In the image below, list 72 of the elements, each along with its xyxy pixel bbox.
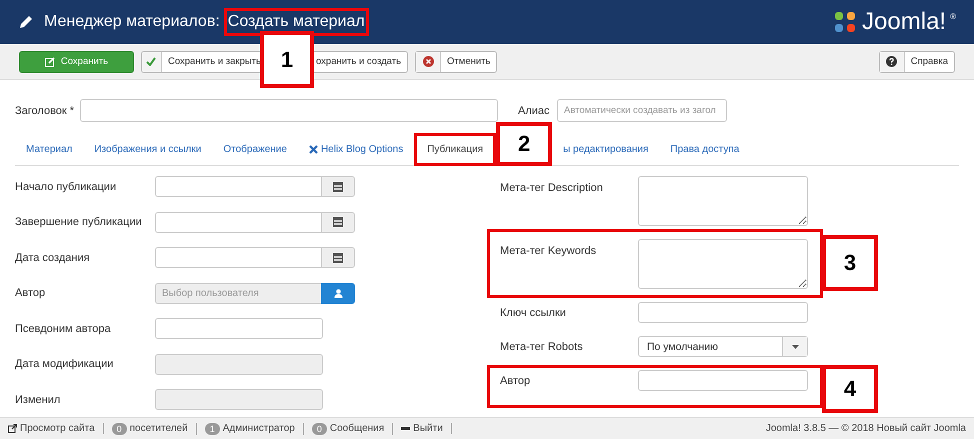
page-title: Менеджер материалов: (44, 13, 220, 31)
calendar-icon (333, 217, 343, 227)
status-label[interactable]: посетителей (130, 423, 188, 434)
user-button[interactable] (321, 282, 355, 304)
textarea-field[interactable] (638, 176, 808, 226)
toolbar-button[interactable]: Отменить (415, 50, 498, 72)
title-field[interactable] (80, 99, 498, 122)
textarea-field[interactable] (638, 239, 808, 289)
toolbar-button[interactable]: охранить и создать (314, 50, 408, 72)
select-field[interactable]: По умолчанию (638, 336, 808, 357)
alias-field[interactable]: Автоматически создавать из загол (557, 99, 727, 122)
date-field[interactable] (155, 176, 321, 197)
cancel-icon (422, 56, 434, 67)
version-text: Joomla! 3.8.5 — © 2018 Новый сайт Joomla (766, 423, 966, 434)
tab[interactable]: Права доступа (659, 133, 750, 165)
date-field[interactable] (155, 212, 321, 232)
field-label: Мета-тег Keywords (500, 244, 598, 257)
count-badge: 1 (204, 422, 220, 434)
calendar-icon (333, 182, 343, 192)
field-label: Дата создания (15, 252, 91, 264)
help-icon (886, 56, 898, 67)
user-icon (334, 288, 342, 298)
readonly-field[interactable] (155, 354, 323, 374)
toolbar-button[interactable]: Справка (878, 50, 955, 72)
calendar-button[interactable] (321, 176, 355, 197)
field-label: Ключ ссылки (500, 306, 567, 318)
status-label[interactable]: Администратор (222, 423, 295, 434)
check-icon (146, 57, 156, 66)
input-field[interactable] (155, 318, 323, 339)
field-label: Алиас (518, 104, 551, 116)
field-label: Завершение публикации (15, 216, 143, 228)
callout-number: 3 (822, 235, 878, 291)
cross-icon (308, 145, 318, 154)
input-field[interactable] (638, 302, 808, 323)
logout-link[interactable]: Выйти (413, 423, 443, 434)
field-label: Заголовок * (15, 104, 76, 116)
edit-icon (44, 56, 55, 66)
calendar-button[interactable] (321, 247, 355, 268)
minus-icon (401, 427, 410, 430)
input-field[interactable] (638, 370, 808, 391)
external-link-icon (8, 424, 17, 433)
tab[interactable]: Helix Blog Options (298, 133, 414, 165)
tab[interactable]: Изображения и ссылки (83, 133, 212, 165)
date-field[interactable] (155, 247, 321, 268)
callout-number: 4 (822, 365, 878, 413)
readonly-field[interactable] (155, 389, 323, 410)
count-badge: 0 (312, 422, 327, 434)
pencil-icon (18, 14, 34, 30)
logo-text: Joomla! (862, 8, 946, 36)
caret-icon (792, 344, 798, 348)
field-label: Автор (15, 287, 46, 299)
toolbar-button[interactable]: Сохранить и закрыть (141, 50, 261, 72)
tab[interactable]: Материал (15, 133, 84, 165)
field-label: Начало публикации (15, 180, 118, 192)
tab[interactable]: ы редактирования (552, 133, 660, 165)
calendar-button[interactable] (321, 212, 355, 232)
field-label: Псевдоним автора (15, 322, 112, 334)
callout-number: 2 (496, 122, 552, 166)
tab[interactable]: Публикация (414, 133, 496, 166)
field-label: Мета-тег Description (500, 181, 604, 194)
count-badge: 0 (112, 422, 127, 434)
callout-number: 1 (260, 31, 314, 88)
field-label: Дата модификации (15, 358, 114, 370)
field-label: Изменил (15, 394, 62, 406)
calendar-icon (333, 252, 343, 262)
field-label: Мета-тег Robots (500, 340, 584, 352)
registered-mark: ® (950, 12, 956, 21)
tab[interactable]: Отображение (212, 133, 298, 165)
user-field[interactable]: Выбор пользователя (155, 282, 321, 304)
status-label[interactable]: Сообщения (330, 423, 384, 434)
view-site-link[interactable]: Просмотр сайта (20, 423, 95, 434)
field-label: Автор (500, 374, 532, 386)
